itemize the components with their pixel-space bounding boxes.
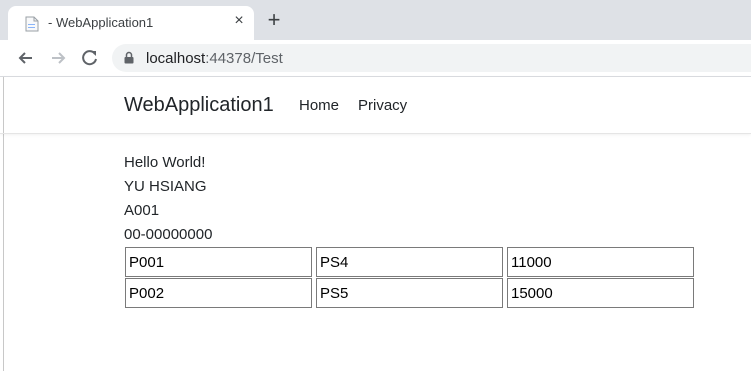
url-host: localhost xyxy=(146,50,206,67)
tab-title: - WebApplication1 xyxy=(48,15,154,30)
name-text: YU HSIANG xyxy=(124,178,207,195)
browser-tabstrip: - WebApplication1 × + xyxy=(0,0,751,40)
site-navbar: WebApplication1 Home Privacy xyxy=(0,77,751,134)
table-row: P001 PS4 11000 xyxy=(124,247,697,278)
reload-icon[interactable] xyxy=(80,48,100,68)
code-text: 00-00000000 xyxy=(124,226,213,243)
close-icon[interactable]: × xyxy=(230,12,248,30)
nav-link-privacy[interactable]: Privacy xyxy=(358,97,407,114)
table-cell: 11000 xyxy=(507,247,694,277)
browser-toolbar: localhost:44378/Test xyxy=(0,40,751,77)
greeting-text: Hello World! xyxy=(124,154,206,171)
plus-icon[interactable]: + xyxy=(264,9,284,31)
forward-arrow-icon[interactable] xyxy=(48,48,68,68)
web-page: WebApplication1 Home Privacy Hello World… xyxy=(0,77,751,371)
url-path: :44378/Test xyxy=(205,50,283,67)
nav-link-home[interactable]: Home xyxy=(299,97,339,114)
product-table: P001 PS4 11000 P002 PS5 15000 xyxy=(124,247,697,309)
browser-tab[interactable]: - WebApplication1 × xyxy=(8,6,254,40)
table-cell: 15000 xyxy=(507,278,694,308)
id-text: A001 xyxy=(124,202,160,219)
address-bar[interactable]: localhost:44378/Test xyxy=(112,44,751,72)
site-brand-link[interactable]: WebApplication1 xyxy=(124,94,274,117)
document-favicon-icon xyxy=(25,16,39,32)
url-text: localhost:44378/Test xyxy=(146,50,283,67)
table-cell: PS4 xyxy=(316,247,503,277)
table-cell: PS5 xyxy=(316,278,503,308)
back-arrow-icon[interactable] xyxy=(16,48,36,68)
lock-icon[interactable] xyxy=(124,51,134,64)
table-row: P002 PS5 15000 xyxy=(124,278,697,309)
table-cell: P001 xyxy=(125,247,312,277)
table-cell: P002 xyxy=(125,278,312,308)
